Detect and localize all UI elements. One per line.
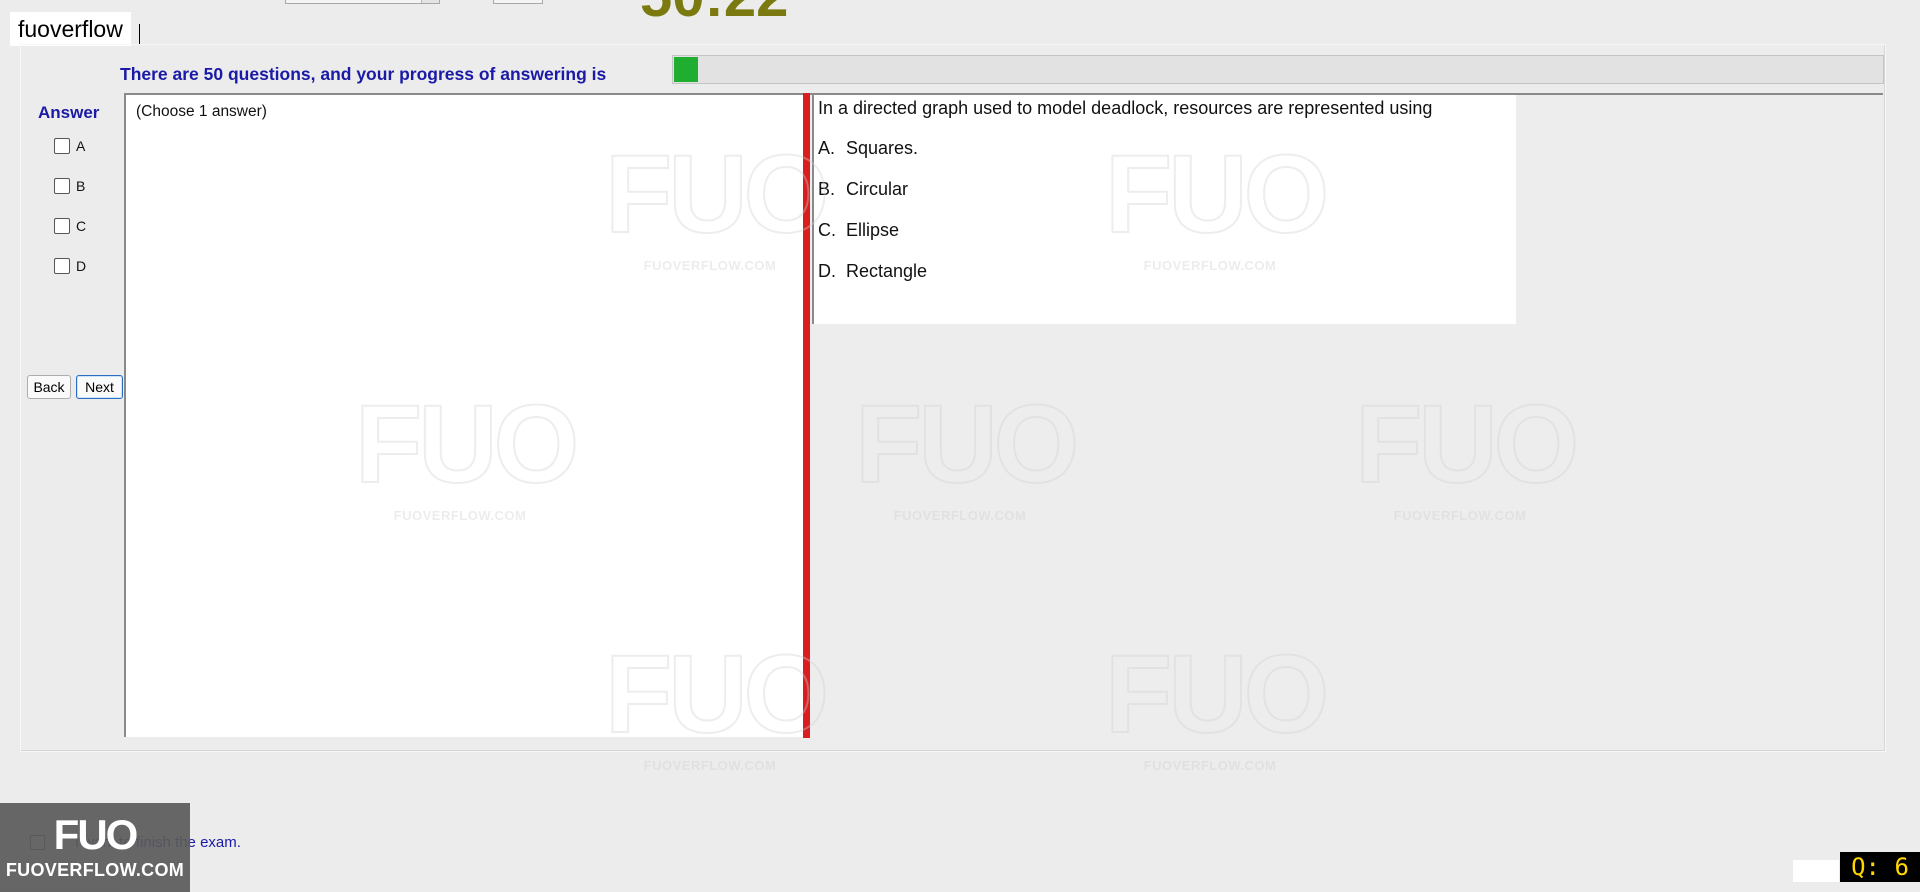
progress-bar-fill — [674, 57, 698, 82]
answer-option-label[interactable]: A — [76, 138, 85, 154]
answer-checkbox[interactable] — [54, 178, 70, 194]
question-option-letter: B. — [818, 179, 836, 199]
question-option-letter: D. — [818, 261, 836, 281]
answer-option-label[interactable]: D — [76, 258, 86, 274]
answer-checkbox[interactable] — [54, 258, 70, 274]
question-option: B. Circular — [818, 179, 908, 200]
brand-label: fuoverflow — [10, 12, 131, 46]
question-option-letter: A. — [818, 138, 836, 158]
answer-option-c[interactable]: C — [54, 216, 86, 236]
answer-option-a[interactable]: A — [54, 136, 85, 156]
font-size-selector[interactable] — [493, 0, 543, 4]
back-button[interactable]: Back — [27, 375, 71, 399]
logo-mark: FUO — [53, 811, 139, 858]
question-option-text: Rectangle — [846, 261, 928, 281]
question-box: In a directed graph used to model deadlo… — [812, 95, 1516, 324]
progress-bar — [672, 55, 1884, 84]
answer-area: (Choose 1 answer) — [124, 93, 805, 737]
progress-label: There are 50 questions, and your progres… — [120, 64, 607, 84]
watermark-site: FUOVERFLOW.COM — [1143, 758, 1277, 773]
answer-title: Answer — [38, 103, 100, 122]
question-option-text: Circular — [846, 179, 909, 199]
question-option: A. Squares. — [818, 138, 918, 159]
answer-option-label[interactable]: B — [76, 178, 85, 194]
question-option: D. Rectangle — [818, 261, 927, 282]
answer-option-label[interactable]: C — [76, 218, 86, 234]
answer-option-b[interactable]: B — [54, 176, 85, 196]
answer-option-d[interactable]: D — [54, 256, 86, 276]
text-caret — [139, 24, 140, 44]
next-button[interactable]: Next — [76, 375, 123, 399]
watermark-site: FUOVERFLOW.COM — [643, 758, 777, 773]
status-chip — [1793, 860, 1839, 882]
choose-hint: (Choose 1 answer) — [136, 103, 267, 120]
answer-checkbox[interactable] — [54, 218, 70, 234]
question-text: In a directed graph used to model deadlo… — [818, 98, 1433, 118]
question-option-text: Squares. — [846, 138, 919, 158]
answer-checkbox[interactable] — [54, 138, 70, 154]
question-option-letter: C. — [818, 220, 836, 240]
exam-code-combobox[interactable] — [285, 0, 440, 4]
chevron-down-icon[interactable] — [421, 0, 439, 3]
question-option: C. Ellipse — [818, 220, 899, 241]
logo-text: FUOVERFLOW.COM — [5, 860, 185, 880]
countdown-timer: 50:22 — [640, 0, 788, 26]
question-option-text: Ellipse — [846, 220, 900, 240]
fuoverflow-logo: FUO FUOVERFLOW.COM — [0, 803, 190, 892]
question-number-badge: Q: 6 — [1840, 852, 1920, 882]
panel-splitter[interactable] — [803, 93, 810, 738]
